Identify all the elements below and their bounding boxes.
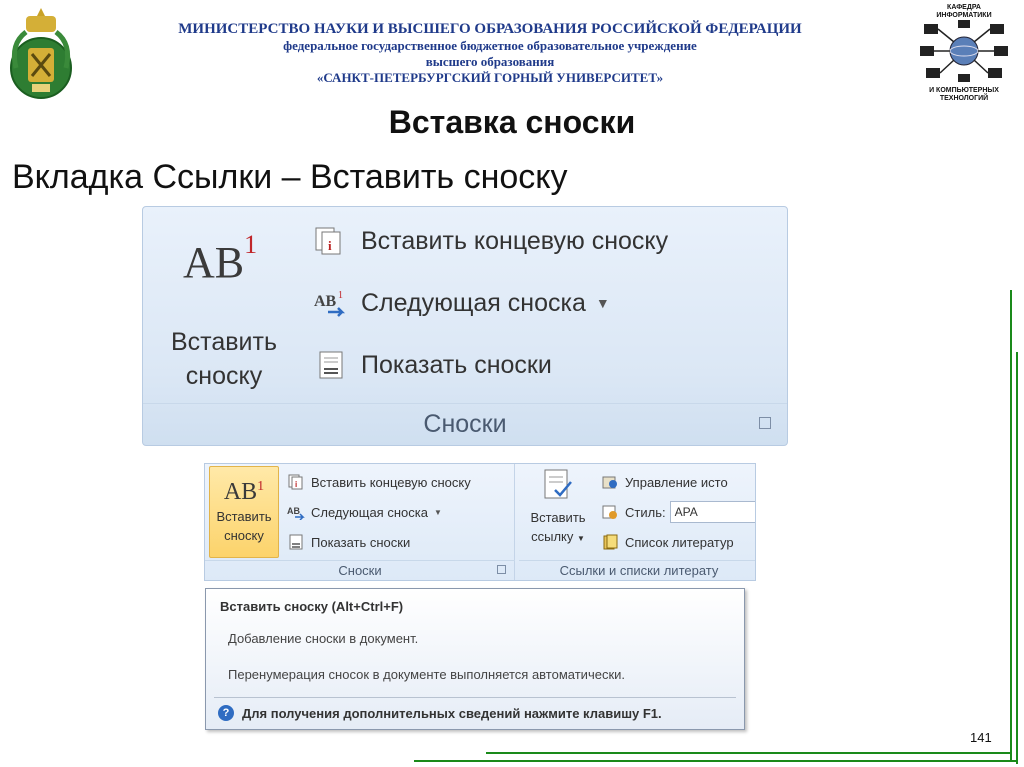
tooltip-divider bbox=[214, 697, 736, 698]
insert-footnote-small-button[interactable]: AB1 Вставить сноску bbox=[209, 466, 279, 558]
endnote-small-icon: i bbox=[287, 474, 305, 490]
citation-icon bbox=[544, 469, 572, 499]
bibliography-label: Список литератур bbox=[625, 534, 734, 550]
citations-group-label: Ссылки и списки литерату bbox=[519, 560, 755, 580]
insert-footnote-button[interactable]: Вставить сноску bbox=[155, 325, 293, 393]
ribbon-references: AB1 Вставить сноску i Вставить концевую … bbox=[204, 463, 756, 581]
svg-text:i: i bbox=[295, 480, 297, 489]
insert-footnote-label-2: сноску bbox=[185, 362, 263, 390]
footnotes-group: AB1 Вставить сноску i Вставить концевую … bbox=[205, 464, 515, 580]
chevron-down-small-icon[interactable]: ▼ bbox=[434, 508, 442, 517]
tooltip-help-text: Для получения дополнительных сведений на… bbox=[242, 705, 662, 721]
university-crest-icon bbox=[6, 4, 76, 116]
manage-sources-label: Управление исто bbox=[625, 474, 728, 490]
insert-citation-label-2: ссылку ▼ bbox=[531, 529, 585, 544]
slide-title: Вставка сноски bbox=[388, 104, 636, 140]
dept-network-icon bbox=[920, 20, 1008, 82]
tooltip-help: ? Для получения дополнительных сведений … bbox=[218, 705, 662, 721]
ab-small-sup: 1 bbox=[257, 479, 265, 494]
insert-citation-label-1: Вставить bbox=[530, 510, 586, 525]
svg-text:AB: AB bbox=[287, 506, 300, 516]
svg-text:i: i bbox=[328, 238, 332, 253]
footnotes-group-label: Сноски bbox=[143, 403, 787, 443]
show-notes-icon bbox=[313, 349, 349, 381]
ministry-name: МИНИСТЕРСТВО НАУКИ И ВЫСШЕГО ОБРАЗОВАНИЯ… bbox=[178, 21, 802, 37]
tooltip-title: Вставить сноску (Alt+Ctrl+F) bbox=[220, 599, 404, 614]
frame-line-vertical-1 bbox=[1010, 290, 1012, 760]
bibliography-icon bbox=[601, 534, 619, 550]
show-notes-small-label: Показать сноски bbox=[311, 534, 411, 550]
institution-header: МИНИСТЕРСТВО НАУКИ И ВЫСШЕГО ОБРАЗОВАНИЯ… bbox=[95, 20, 885, 86]
insert-endnote-label: Вставить концевую сноску bbox=[361, 226, 669, 255]
slide-subtitle: Вкладка Ссылки – Вставить сноску bbox=[12, 158, 568, 196]
citations-group: Вставить ссылку ▼ Управление исто Стиль:… bbox=[519, 464, 755, 580]
tooltip-detail: Перенумерация сносок в документе выполня… bbox=[228, 667, 626, 682]
next-footnote-small-icon: AB bbox=[287, 504, 305, 520]
ab-text: AB bbox=[183, 238, 245, 287]
next-footnote-label: Следующая сноска bbox=[361, 288, 586, 317]
style-dropdown[interactable]: APA bbox=[669, 501, 755, 523]
show-notes-small-button[interactable]: Показать сноски bbox=[287, 534, 410, 550]
manage-sources-icon bbox=[601, 474, 619, 490]
next-footnote-small-button[interactable]: AB Следующая сноска ▼ bbox=[287, 504, 442, 520]
insert-footnote-icon[interactable]: AB1 bbox=[183, 230, 257, 288]
footnotes-small-group-label: Сноски bbox=[205, 560, 515, 580]
university-name: «САНКТ-ПЕТЕРБУРГСКИЙ ГОРНЫЙ УНИВЕРСИТЕТ» bbox=[316, 70, 664, 85]
manage-sources-button[interactable]: Управление исто bbox=[601, 474, 728, 490]
dept-caption-3: И КОМПЬЮТЕРНЫХ bbox=[929, 87, 999, 94]
next-footnote-icon: AB 1 bbox=[313, 287, 349, 319]
next-footnote-small-label: Следующая сноска bbox=[311, 504, 428, 520]
insert-endnote-small-button[interactable]: i Вставить концевую сноску bbox=[287, 474, 471, 490]
style-icon bbox=[601, 504, 619, 520]
svg-text:AB: AB bbox=[314, 293, 337, 310]
svg-text:1: 1 bbox=[338, 290, 343, 301]
dept-caption-4: ТЕХНОЛОГИЙ bbox=[939, 95, 989, 102]
insert-footnote-label-1: Вставить bbox=[171, 328, 277, 356]
insert-endnote-small-label: Вставить концевую сноску bbox=[311, 474, 471, 490]
ab-small-text: AB bbox=[223, 479, 258, 505]
frame-line-horizontal-1 bbox=[486, 752, 1012, 754]
insert-footnote-small-label-2: сноску bbox=[224, 528, 264, 543]
ribbon-footnotes-zoomed: AB1 Вставить сноску i Вставить концевую … bbox=[142, 206, 788, 446]
frame-line-horizontal-2 bbox=[414, 760, 1018, 762]
help-icon: ? bbox=[218, 705, 234, 721]
insert-citation-button[interactable]: Вставить ссылку ▼ bbox=[525, 468, 591, 547]
insert-footnote-small-label-1: Вставить bbox=[216, 509, 272, 524]
dept-caption-1: КАФЕДРА bbox=[947, 4, 981, 11]
dept-caption-2: ИНФОРМАТИКИ bbox=[936, 12, 992, 19]
dialog-launcher-small-icon[interactable] bbox=[497, 565, 506, 574]
dialog-launcher-icon[interactable] bbox=[759, 417, 771, 429]
frame-line-vertical-2 bbox=[1016, 352, 1018, 764]
bibliography-button[interactable]: Список литератур bbox=[601, 534, 734, 550]
show-notes-label: Показать сноски bbox=[361, 350, 552, 379]
chevron-down-icon[interactable]: ▼ bbox=[596, 295, 610, 311]
insert-endnote-button[interactable]: i Вставить концевую сноску bbox=[313, 225, 668, 257]
institution-type: федеральное государственное бюджетное об… bbox=[283, 38, 697, 53]
tooltip-description: Добавление сноски в документ. bbox=[228, 631, 419, 646]
next-footnote-button[interactable]: AB 1 Следующая сноска ▼ bbox=[313, 287, 610, 319]
style-label: Стиль: bbox=[625, 504, 666, 520]
insert-footnote-small-icon: AB1 bbox=[210, 479, 278, 506]
style-selector: Стиль: APA bbox=[601, 501, 755, 523]
education-level: высшего образования bbox=[425, 54, 555, 69]
show-notes-button[interactable]: Показать сноски bbox=[313, 349, 552, 381]
ab-sup: 1 bbox=[244, 230, 258, 260]
endnote-icon: i bbox=[313, 225, 349, 257]
page-number: 141 bbox=[970, 730, 992, 745]
show-notes-small-icon bbox=[287, 534, 305, 550]
insert-footnote-tooltip: Вставить сноску (Alt+Ctrl+F) Добавление … bbox=[205, 588, 745, 730]
